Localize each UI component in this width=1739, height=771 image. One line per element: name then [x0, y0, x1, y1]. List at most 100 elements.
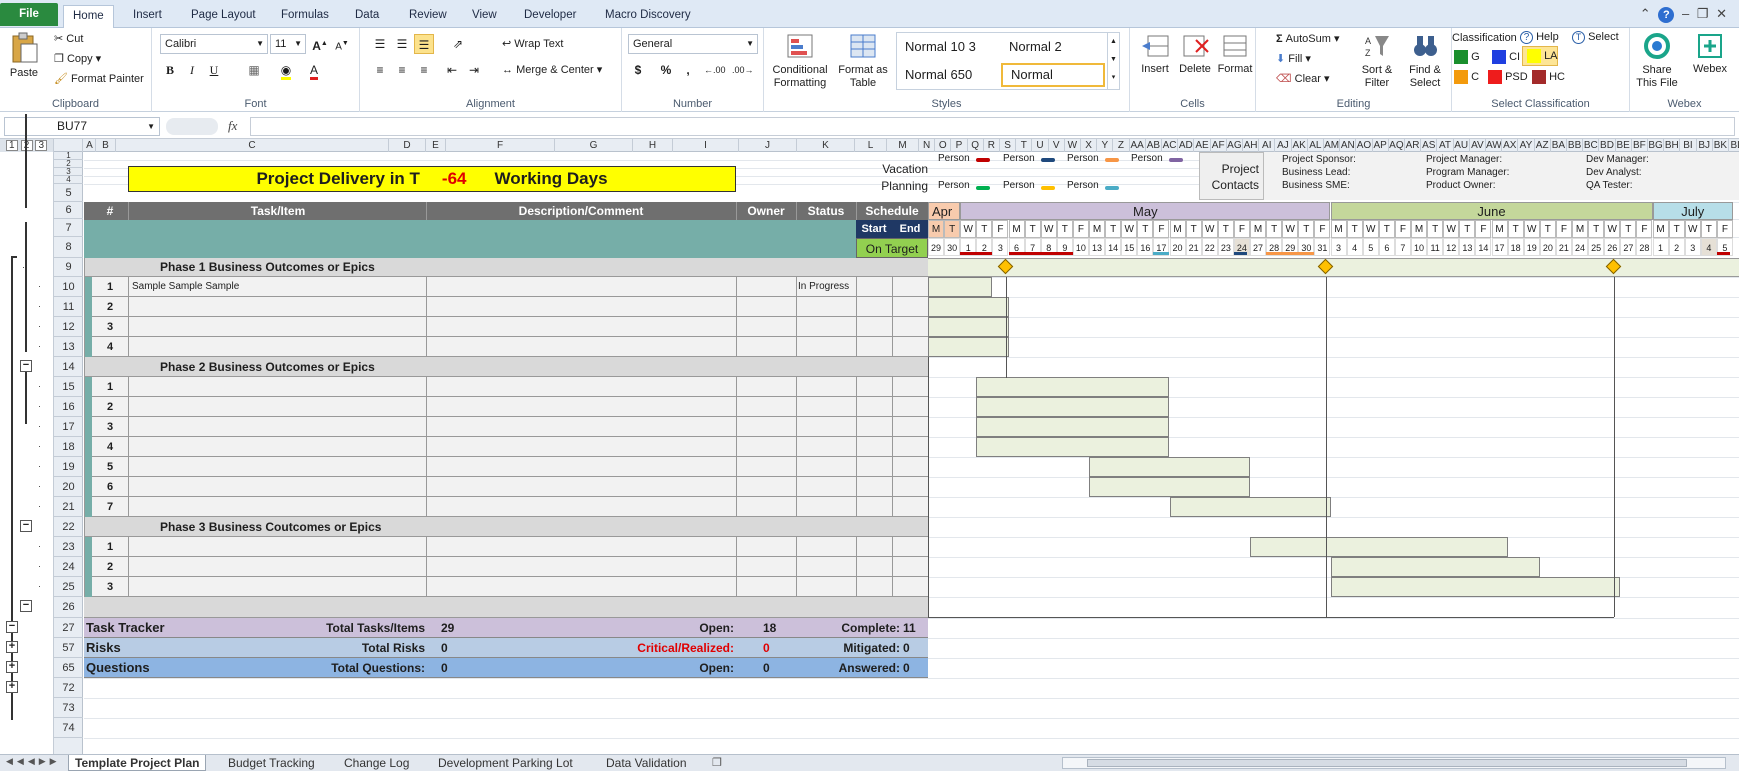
outline-level-3[interactable]: 3 — [35, 140, 48, 151]
column-header[interactable]: F — [446, 139, 555, 152]
column-header[interactable]: I — [673, 139, 739, 152]
class-g-button[interactable]: G — [1454, 50, 1480, 64]
class-la-button[interactable]: LA — [1522, 46, 1558, 66]
description-cell[interactable] — [426, 337, 736, 357]
task-number[interactable]: 1 — [92, 277, 128, 297]
end-cell[interactable] — [892, 477, 928, 497]
task-item-cell[interactable] — [130, 417, 426, 437]
format-cells-button[interactable]: Format — [1216, 32, 1254, 75]
column-header[interactable]: AE — [1194, 139, 1211, 152]
start-cell[interactable] — [856, 397, 892, 417]
task-number[interactable]: 2 — [92, 297, 128, 317]
column-header[interactable]: AZ — [1535, 139, 1551, 152]
task-number[interactable]: 1 — [92, 537, 128, 557]
column-header[interactable]: X — [1081, 139, 1098, 152]
column-header[interactable]: M — [887, 139, 919, 152]
column-header[interactable]: Q — [968, 139, 984, 152]
align-center-icon[interactable]: ≡ — [392, 60, 412, 80]
sheet-tab-change-log[interactable]: Change Log — [338, 755, 415, 771]
tab-file[interactable]: File — [0, 3, 58, 26]
column-header[interactable]: AX — [1502, 139, 1519, 152]
tab-page-layout[interactable]: Page Layout — [182, 5, 265, 27]
column-header[interactable]: AN — [1340, 139, 1357, 152]
style-normal[interactable]: Normal — [1001, 63, 1105, 87]
conditional-formatting-button[interactable]: Conditional Formatting — [770, 32, 830, 90]
close-icon[interactable]: ✕ — [1716, 6, 1727, 21]
column-header[interactable]: H — [633, 139, 673, 152]
end-cell[interactable] — [892, 277, 928, 297]
find-select-button[interactable]: Find & Select — [1402, 32, 1448, 90]
name-box[interactable]: BU77 ▼ — [4, 117, 160, 136]
column-header[interactable]: U — [1032, 139, 1049, 152]
start-cell[interactable] — [856, 337, 892, 357]
sheet-tab-budget-tracking[interactable]: Budget Tracking — [222, 755, 321, 771]
borders-icon[interactable]: ▦ — [244, 60, 264, 80]
description-cell[interactable] — [426, 497, 736, 517]
autosum-button[interactable]: Σ AutoSum ▾ — [1276, 32, 1340, 45]
status-cell[interactable] — [796, 477, 856, 497]
sheet-nav-arrows-icon[interactable]: ◀◀◀▶▶ — [6, 756, 61, 767]
description-cell[interactable] — [426, 557, 736, 577]
task-number[interactable]: 4 — [92, 437, 128, 457]
end-cell[interactable] — [892, 557, 928, 577]
column-header[interactable]: P — [951, 139, 968, 152]
gallery-scroll[interactable]: ▲ ▼ ▾ — [1107, 33, 1119, 89]
start-cell[interactable] — [856, 417, 892, 437]
owner-cell[interactable] — [736, 277, 796, 297]
fill-button[interactable]: ⬇ Fill ▾ — [1276, 52, 1311, 65]
format-as-table-button[interactable]: Format as Table — [836, 32, 890, 90]
task-number[interactable]: 6 — [92, 477, 128, 497]
classification-help-button[interactable]: ? Help — [1520, 31, 1559, 44]
end-cell[interactable] — [892, 317, 928, 337]
status-cell[interactable] — [796, 437, 856, 457]
tab-macro-discovery[interactable]: Macro Discovery — [596, 5, 700, 27]
tab-home[interactable]: Home — [63, 5, 114, 29]
description-cell[interactable] — [426, 577, 736, 597]
row-header[interactable]: 16 — [54, 397, 83, 417]
task-number[interactable]: 2 — [92, 557, 128, 577]
task-item-cell[interactable] — [130, 497, 426, 517]
column-header[interactable]: BC — [1583, 139, 1600, 152]
column-header[interactable]: AA — [1130, 139, 1146, 152]
start-cell[interactable] — [856, 277, 892, 297]
task-item-cell[interactable] — [130, 577, 426, 597]
fill-color-icon[interactable]: ◉ — [276, 60, 296, 80]
description-cell[interactable] — [426, 537, 736, 557]
column-header[interactable]: T — [1016, 139, 1033, 152]
description-cell[interactable] — [426, 317, 736, 337]
share-file-button[interactable]: Share This File — [1632, 32, 1682, 90]
start-cell[interactable] — [856, 477, 892, 497]
task-item-cell[interactable] — [130, 457, 426, 477]
row-header[interactable]: 17 — [54, 417, 83, 437]
owner-cell[interactable] — [736, 437, 796, 457]
row-header[interactable]: 21 — [54, 497, 83, 517]
column-header[interactable]: AO — [1356, 139, 1373, 152]
task-item-cell[interactable] — [130, 317, 426, 337]
owner-cell[interactable] — [736, 457, 796, 477]
column-header[interactable]: AU — [1454, 139, 1470, 152]
row-header[interactable]: 4 — [54, 176, 83, 184]
column-header[interactable]: Z — [1113, 139, 1130, 152]
decrease-indent-icon[interactable]: ⇤ — [442, 60, 462, 80]
worksheet-grid[interactable]: Project Delivery in T -64 Working Days Vaca… — [84, 152, 1739, 754]
column-header[interactable]: S — [1000, 139, 1017, 152]
column-header[interactable]: AR — [1405, 139, 1422, 152]
expand-group-icon[interactable]: + — [6, 641, 18, 653]
font-color-icon[interactable]: A — [304, 60, 324, 80]
owner-cell[interactable] — [736, 577, 796, 597]
row-header[interactable]: 24 — [54, 557, 83, 577]
column-header[interactable]: BI — [1680, 139, 1697, 152]
end-cell[interactable] — [892, 497, 928, 517]
column-header[interactable]: R — [984, 139, 1000, 152]
end-cell[interactable] — [892, 397, 928, 417]
column-header[interactable]: AV — [1470, 139, 1486, 152]
grow-font-icon[interactable]: A▲ — [310, 34, 330, 54]
column-header[interactable]: AQ — [1389, 139, 1405, 152]
outline-level-1[interactable]: 1 — [5, 140, 18, 151]
row-header[interactable]: 73 — [54, 698, 83, 718]
restore-icon[interactable]: ❐ — [1697, 6, 1709, 21]
minimize-icon[interactable]: – — [1682, 6, 1689, 21]
horizontal-scroll-thumb[interactable] — [1087, 759, 1687, 767]
column-header[interactable]: E — [426, 139, 446, 152]
start-cell[interactable] — [856, 497, 892, 517]
